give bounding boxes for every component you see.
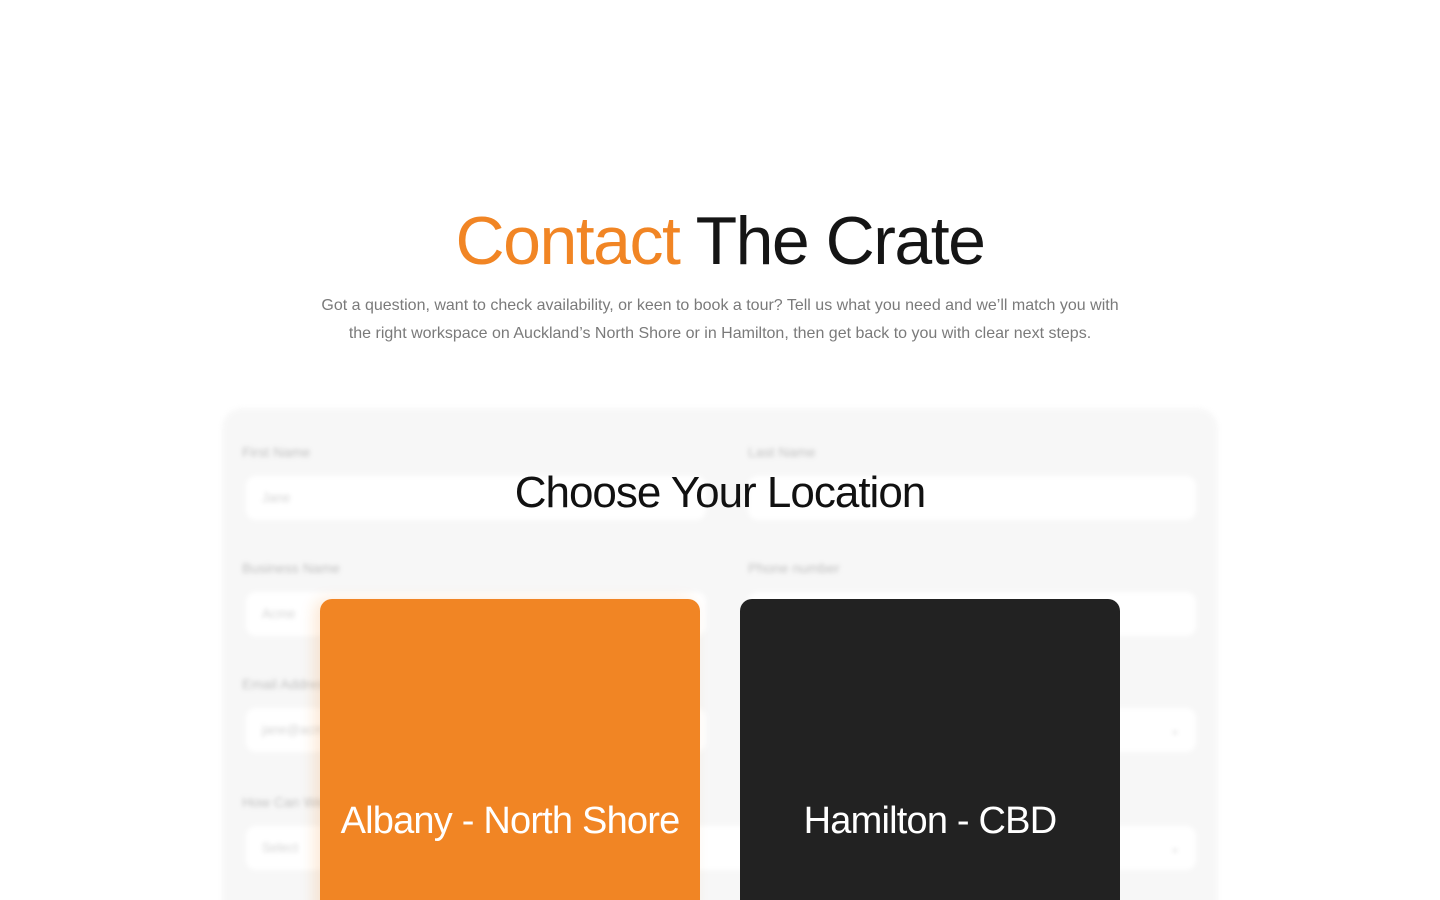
chevron-down-icon: ⌄	[1169, 723, 1180, 737]
location-card-label: Hamilton - CBD	[803, 800, 1058, 842]
location-card-albany[interactable]: Albany - North Shore	[320, 599, 700, 900]
how-can-we-help-value: Select	[262, 840, 299, 855]
page-title: Contact The Crate	[0, 200, 1440, 282]
email-label: Email Address	[242, 676, 332, 692]
contact-page: Contact The Crate Got a question, want t…	[0, 0, 1440, 900]
first-name-label: First Name	[242, 444, 311, 460]
last-name-label: Last Name	[748, 444, 816, 460]
chevron-down-icon: ⌄	[1169, 841, 1180, 855]
page-subtitle: Got a question, want to check availabili…	[321, 297, 1119, 342]
business-name-label: Business Name	[242, 560, 341, 576]
location-card-hamilton[interactable]: Hamilton - CBD	[740, 599, 1120, 900]
page-title-rest: The Crate	[695, 203, 986, 279]
location-card-label: Albany - North Shore	[340, 800, 681, 842]
page-title-accent: Contact	[455, 203, 681, 279]
choose-location-title: Choose Your Location	[514, 468, 927, 517]
phone-label: Phone number	[748, 560, 840, 576]
